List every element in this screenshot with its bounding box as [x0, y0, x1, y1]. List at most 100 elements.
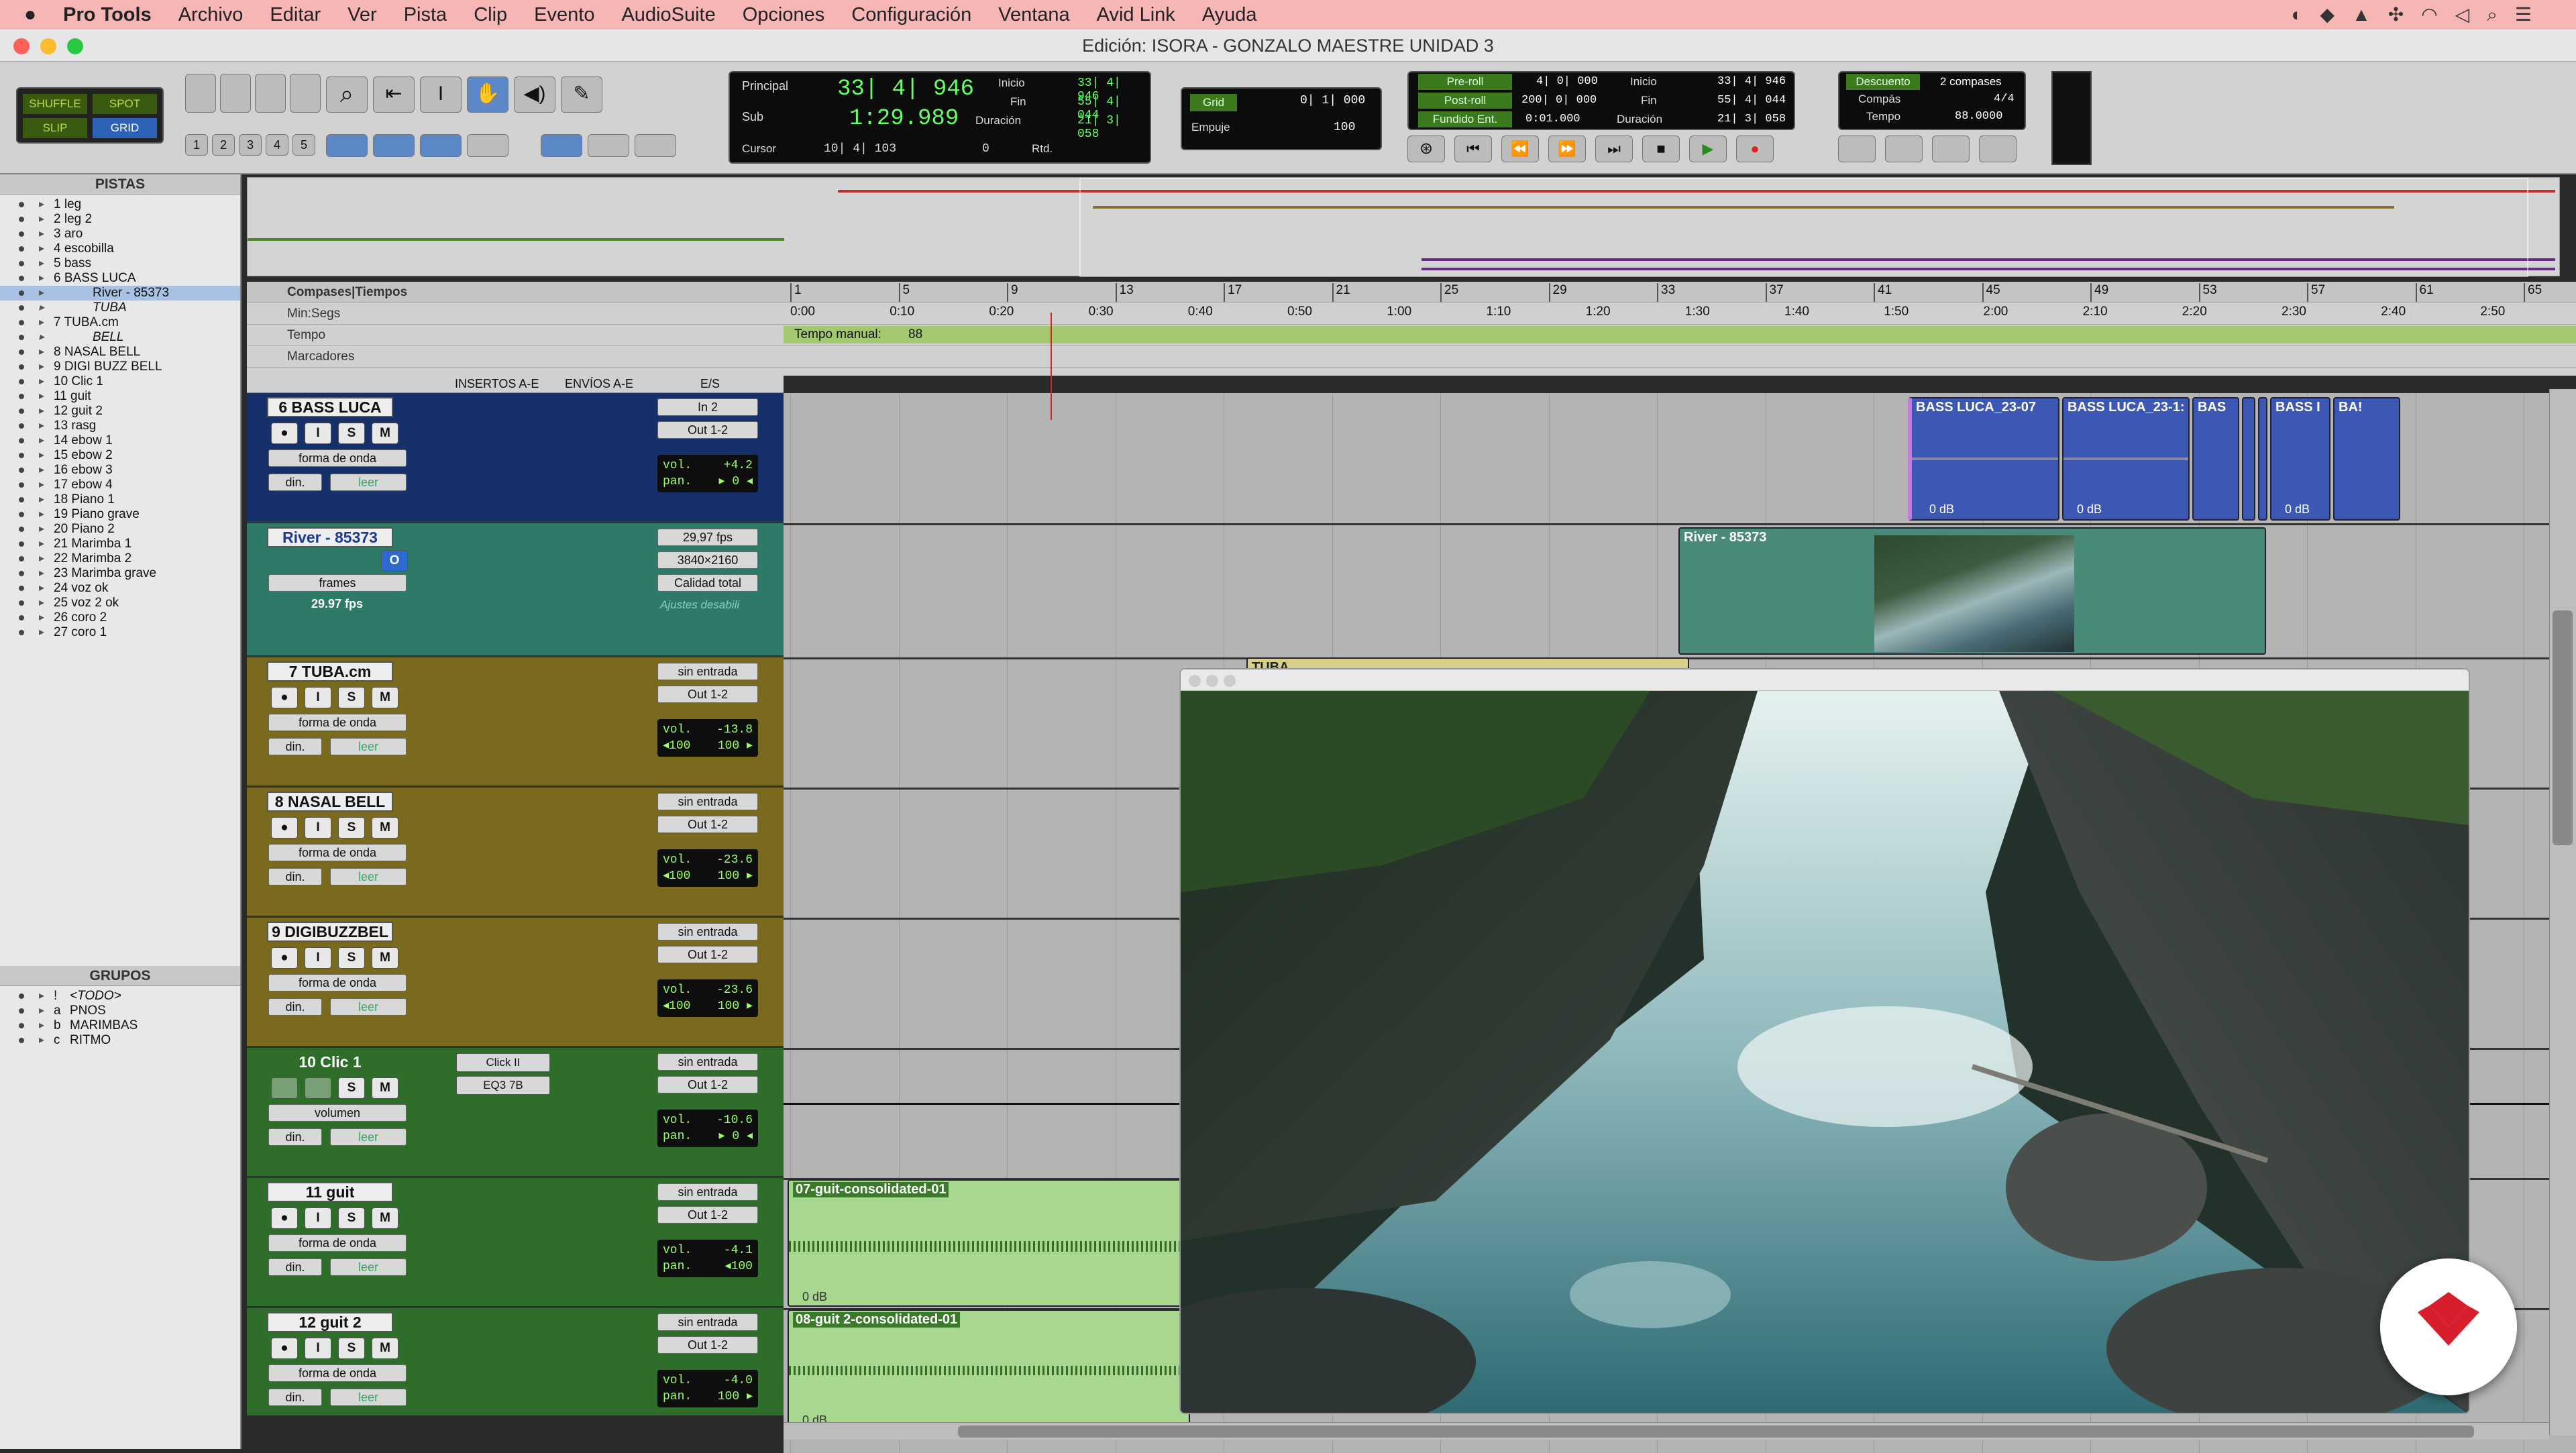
video-resolution-selector[interactable]: 3840×2160 [657, 551, 758, 569]
input-selector[interactable]: sin entrada [657, 1053, 758, 1071]
input-selector[interactable]: sin entrada [657, 1313, 758, 1331]
conductor-icon[interactable] [1979, 136, 2017, 162]
input-monitor-button[interactable]: I [305, 687, 331, 708]
selector-tool-icon[interactable]: I [420, 76, 462, 113]
zoom-vertical-button[interactable] [255, 74, 286, 113]
postroll-label[interactable]: Post-roll [1418, 93, 1512, 109]
output-selector[interactable]: Out 1-2 [657, 816, 758, 833]
track-list-item[interactable]: 25 voz 2 ok [0, 596, 240, 610]
track-list-item[interactable]: 3 aro [0, 227, 240, 241]
group-item[interactable]: ! <TODO> [0, 989, 240, 1004]
menu-audiosuite[interactable]: AudioSuite [621, 4, 715, 26]
video-close-button[interactable] [1189, 675, 1201, 687]
track-list-item[interactable]: 2 leg 2 [0, 212, 240, 227]
rewind-icon[interactable]: ⏪ [1501, 136, 1539, 162]
mute-button[interactable]: M [372, 1077, 398, 1099]
output-selector[interactable]: Out 1-2 [657, 421, 758, 439]
record-arm-button[interactable]: ● [271, 1338, 298, 1359]
automation-read[interactable]: leer [330, 1389, 407, 1406]
preroll-end-value[interactable]: 55| 4| 044 [1717, 94, 1786, 107]
input-monitor-button[interactable]: I [305, 1207, 331, 1229]
link-timeline-button[interactable] [420, 134, 462, 157]
volume-pan-display[interactable]: vol. -10.6 pan. ▸ 0 ◂ [657, 1110, 758, 1147]
fade-in-label[interactable]: Fundido Ent. [1418, 111, 1512, 127]
track-list-item[interactable]: 8 NASAL BELL [0, 345, 240, 360]
record-arm-button[interactable]: ● [271, 947, 298, 969]
video-frames-selector[interactable]: frames [268, 574, 407, 592]
video-rate-selector[interactable]: 29,97 fps [657, 529, 758, 546]
track-list-item[interactable]: 12 guit 2 [0, 404, 240, 419]
mute-button[interactable]: M [372, 423, 398, 444]
solo-button[interactable]: S [338, 687, 365, 708]
automation-read[interactable]: leer [330, 998, 407, 1016]
volume-pan-display[interactable]: vol. -4.1 pan. ◂100 [657, 1240, 758, 1277]
scrollbar-thumb[interactable] [958, 1425, 2474, 1438]
video-window-titlebar[interactable] [1181, 669, 2469, 691]
automation-read[interactable]: leer [330, 1128, 407, 1146]
audio-clip[interactable]: 07-guit-consolidated-01 0 dB [788, 1179, 1190, 1307]
input-selector[interactable]: sin entrada [657, 793, 758, 810]
menu-configuracion[interactable]: Configuración [851, 4, 971, 26]
output-selector[interactable]: Out 1-2 [657, 946, 758, 963]
track-list-item[interactable]: 17 ebow 4 [0, 478, 240, 492]
output-selector[interactable]: Out 1-2 [657, 1206, 758, 1224]
audio-clip[interactable]: BASS LUCA_23-1: 0 dB [2062, 397, 2190, 521]
group-item[interactable]: c RITMO [0, 1033, 240, 1048]
track-list-item[interactable]: 20 Piano 2 [0, 522, 240, 537]
selection-length-value[interactable]: 21| 3| 058 [1077, 114, 1150, 141]
automation-mode[interactable]: din. [268, 1128, 322, 1146]
track-list-item[interactable]: 9 DIGI BUZZ BELL [0, 360, 240, 374]
track-name[interactable]: 6 BASS LUCA [267, 397, 393, 417]
menu-opciones[interactable]: Opciones [743, 4, 825, 26]
track-list-item[interactable]: 21 Marimba 1 [0, 537, 240, 551]
menu-clip[interactable]: Clip [474, 4, 507, 26]
bars-ruler[interactable]: Compases|Tiempos [247, 282, 2576, 303]
track-list-item[interactable]: 24 voz ok [0, 581, 240, 596]
midi-merge-icon[interactable] [1932, 136, 1970, 162]
record-arm-button[interactable]: ● [271, 1207, 298, 1229]
mute-button[interactable]: M [372, 1207, 398, 1229]
rtd-label[interactable]: Rtd. [1032, 142, 1053, 156]
preroll-length-value[interactable]: 21| 3| 058 [1717, 113, 1786, 125]
record-arm-button[interactable]: ● [271, 817, 298, 839]
view-selector[interactable]: forma de onda [268, 1364, 407, 1382]
zoom-preset-3[interactable]: 3 [239, 134, 262, 156]
track-list-item[interactable]: 7 TUBA.cm [0, 315, 240, 330]
input-selector[interactable]: sin entrada [657, 663, 758, 680]
track-list-item[interactable]: 11 guit [0, 389, 240, 404]
mute-button[interactable]: M [372, 817, 398, 839]
automation-mode[interactable]: din. [268, 474, 322, 491]
track-list-item[interactable]: 23 Marimba grave [0, 566, 240, 581]
nudge-value[interactable]: 100 [1334, 121, 1355, 134]
main-counter-value[interactable]: 33| 4| 946 [837, 76, 974, 102]
menu-evento[interactable]: Evento [534, 4, 594, 26]
audio-clip[interactable] [2242, 397, 2255, 521]
tab-to-transient-button[interactable] [326, 134, 368, 157]
tempo-value[interactable]: 88.0000 [1955, 110, 2002, 123]
input-selector[interactable]: sin entrada [657, 923, 758, 940]
video-online-button[interactable]: O [381, 550, 408, 572]
scrollbar-thumb[interactable] [2553, 610, 2573, 845]
zoom-window-button[interactable] [67, 38, 83, 54]
keyboard-focus-button[interactable] [588, 134, 629, 157]
tempo-bpm-value[interactable]: 88 [908, 324, 922, 345]
input-selector[interactable]: In 2 [657, 398, 758, 416]
commands-focus-button[interactable] [635, 134, 676, 157]
track-name[interactable]: 11 guit [267, 1182, 393, 1202]
meter-value[interactable]: 4/4 [1994, 93, 2015, 105]
wait-for-note-icon[interactable] [1838, 136, 1876, 162]
online-icon[interactable]: ⊛ [1407, 136, 1445, 162]
countoff-value[interactable]: 2 compases [1940, 75, 2002, 89]
mute-button[interactable]: M [372, 947, 398, 969]
zoom-out-button[interactable] [185, 74, 216, 113]
audio-clip[interactable]: BASS LUCA_23-07 0 dB [1908, 397, 2059, 521]
view-selector[interactable]: forma de onda [268, 974, 407, 991]
track-list-item[interactable]: 5 bass [0, 256, 240, 271]
automation-read[interactable]: leer [330, 868, 407, 885]
solo-button[interactable]: S [338, 423, 365, 444]
pencil-tool-icon[interactable]: ✎ [561, 76, 602, 113]
link-track-button[interactable] [541, 134, 582, 157]
markers-ruler[interactable]: Marcadores [247, 346, 2576, 368]
menu-ventana[interactable]: Ventana [998, 4, 1069, 26]
input-monitor-button[interactable]: I [305, 423, 331, 444]
